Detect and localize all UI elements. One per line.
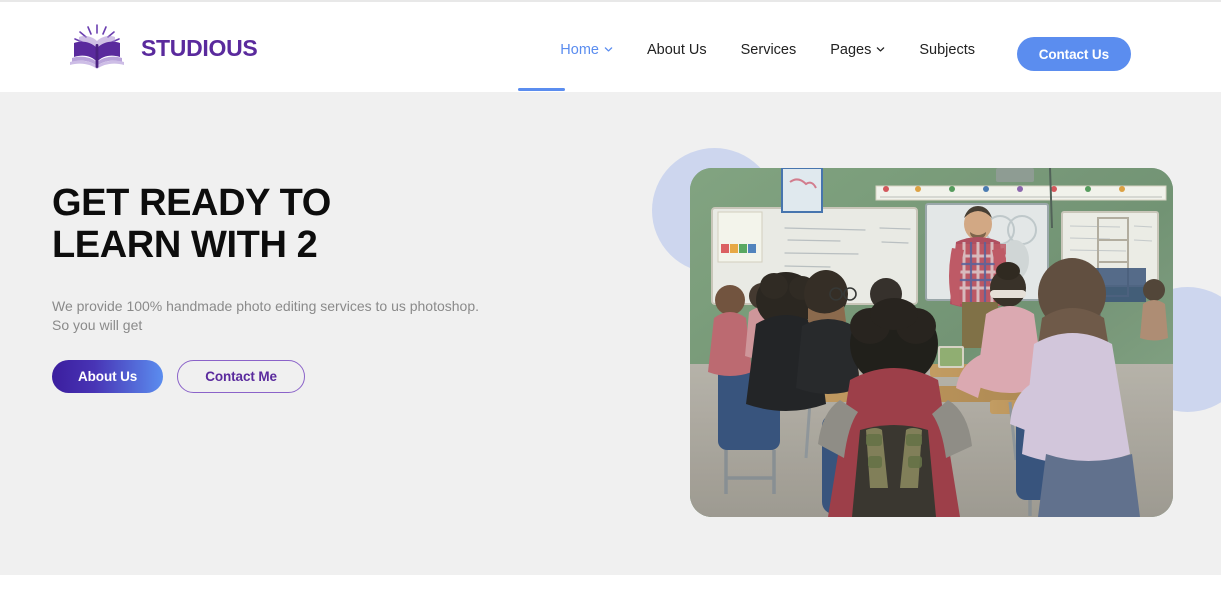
- hero-subtitle: We provide 100% handmade photo editing s…: [52, 298, 480, 333]
- nav-item-services[interactable]: Services: [724, 40, 814, 60]
- hero-title-line-1: GET READY TO: [52, 182, 331, 224]
- nav-item-home-label: Home: [560, 42, 599, 58]
- chevron-down-icon: [604, 45, 613, 54]
- chevron-down-icon: [876, 45, 885, 54]
- landing-page: STUDIOUS Home About Us Services Pages Su…: [0, 0, 1221, 591]
- brand-logo-link[interactable]: STUDIOUS: [62, 24, 258, 72]
- nav-item-subjects[interactable]: Subjects: [902, 40, 992, 60]
- active-nav-underline: [518, 88, 565, 91]
- nav-item-about-us-label: About Us: [646, 42, 707, 58]
- brand-name: STUDIOUS: [141, 34, 258, 61]
- nav-item-pages[interactable]: Pages: [813, 40, 902, 60]
- nav-item-services-label: Services: [740, 42, 797, 58]
- nav-item-pages-label: Pages: [830, 42, 872, 58]
- site-header: STUDIOUS Home About Us Services Pages Su…: [0, 4, 1221, 92]
- contact-me-button[interactable]: Contact Me: [177, 360, 305, 393]
- hero-content: GET READY TO LEARN WITH 2 We provide 100…: [52, 182, 572, 393]
- hero-image-classroom: [690, 168, 1173, 517]
- main-navigation: Home About Us Services Pages Subjects: [560, 40, 992, 60]
- about-us-button[interactable]: About Us: [52, 360, 164, 393]
- open-book-with-sun-rays-icon: [62, 24, 132, 72]
- hero-title: GET READY TO LEARN WITH 2: [52, 182, 572, 266]
- contact-us-button[interactable]: Contact Us: [1016, 37, 1131, 71]
- nav-item-about-us[interactable]: About Us: [630, 40, 724, 60]
- nav-item-subjects-label: Subjects: [919, 42, 975, 58]
- hero-action-buttons: About Us Contact Me: [52, 360, 572, 393]
- hero-section: GET READY TO LEARN WITH 2 We provide 100…: [0, 92, 1221, 575]
- nav-item-home[interactable]: Home: [560, 40, 630, 60]
- hero-title-line-2: LEARN WITH 2: [52, 224, 318, 266]
